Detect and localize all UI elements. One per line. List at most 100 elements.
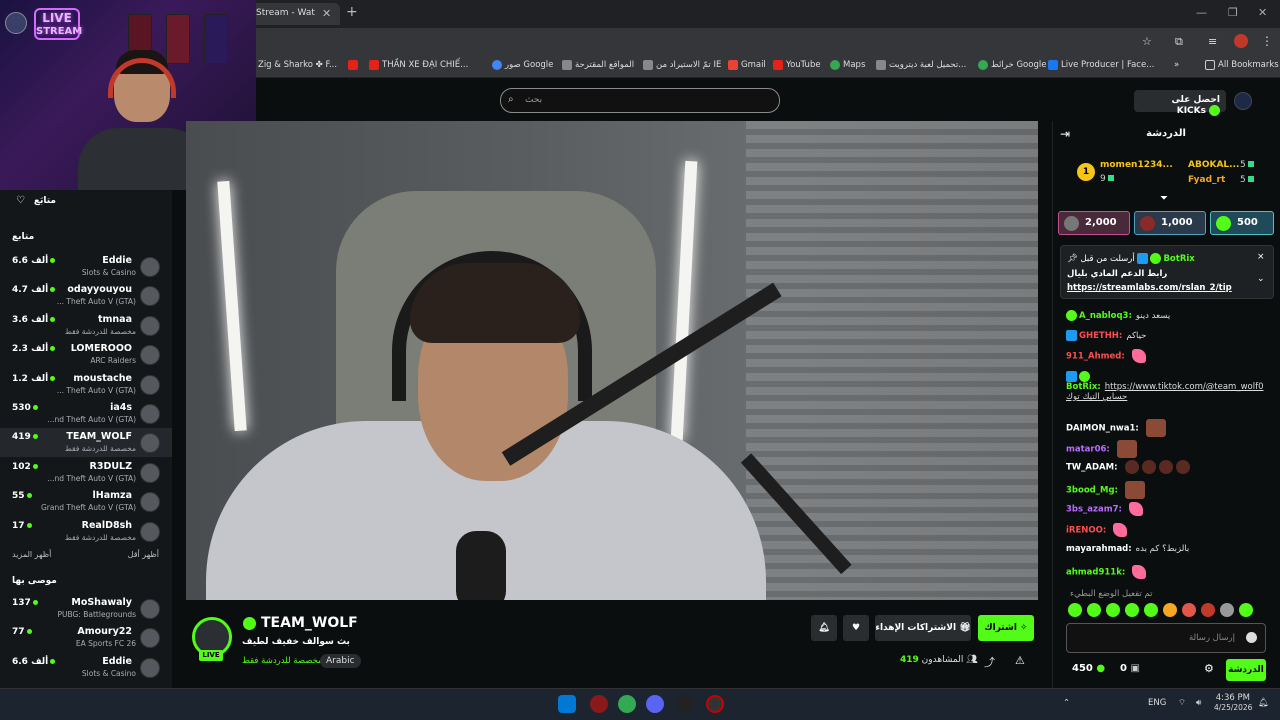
volume-icon[interactable]: 🔊︎ xyxy=(1196,698,1201,708)
chevron-down-icon[interactable]: ⌄ xyxy=(1257,274,1265,284)
all-bookmarks[interactable]: All Bookmarks xyxy=(1205,60,1279,70)
chat-username[interactable]: iRENOO: xyxy=(1066,526,1106,536)
chat-username[interactable]: A_nabloq3: xyxy=(1079,311,1132,321)
emoji-icon[interactable] xyxy=(1246,632,1257,643)
bookmark-item[interactable]: Gmail xyxy=(728,60,766,70)
gift-tier[interactable]: 1,000 xyxy=(1134,211,1206,235)
channel-row[interactable]: RealD8sh مخصصة للدردشة فقط 17 xyxy=(0,517,172,546)
search-input[interactable]: بحث xyxy=(500,88,780,113)
chat-username[interactable]: GHETHH: xyxy=(1079,331,1122,341)
app-icon[interactable] xyxy=(706,695,724,713)
menu-icon[interactable]: ⋮ xyxy=(1261,34,1273,48)
live-stream-badge: LIVE STREAM xyxy=(34,8,82,40)
expand-leaderboard-icon[interactable]: ⏷ xyxy=(1160,193,1168,204)
language-indicator[interactable]: ENG xyxy=(1148,698,1166,708)
bookmark-item[interactable]: تحميل لعبة ديترويت... xyxy=(876,60,966,70)
chat-username[interactable]: TW_ADAM: xyxy=(1066,463,1118,473)
bookmark-item[interactable]: Maps xyxy=(830,60,865,70)
user-avatar[interactable] xyxy=(1234,92,1252,110)
close-window-icon[interactable]: ✕ xyxy=(1258,6,1267,19)
bookmark-item[interactable]: YouTube xyxy=(773,60,821,70)
clock[interactable]: 4:36 PM 4/25/2026 xyxy=(1214,693,1252,712)
gift-tier[interactable]: 500 xyxy=(1210,211,1274,235)
gear-icon[interactable]: ⚙ xyxy=(1204,662,1214,675)
channel-row[interactable]: LOMEROOO ARC Raiders 2.3 ألف xyxy=(0,340,172,369)
bookmark-item[interactable]: THẦN XE ĐẠI CHIẾ... xyxy=(369,60,468,70)
channel-name[interactable]: TEAM_WOLF xyxy=(261,615,358,631)
bookmark-item[interactable]: Live Producer | Face... xyxy=(1048,60,1154,70)
tray-chevron-icon[interactable]: ⌃ xyxy=(1063,698,1070,708)
channel-name: MoShawaly xyxy=(71,597,132,608)
extensions-icon[interactable]: ⧉ xyxy=(1175,35,1183,49)
chat-send-button[interactable]: الدردشة xyxy=(1226,659,1266,681)
channel-points[interactable]: 450 ● xyxy=(1072,663,1105,674)
bookmark-item[interactable]: تمّ الاستيراد من IE xyxy=(643,60,721,70)
chat-username[interactable]: 911_Ahmed: xyxy=(1066,352,1125,362)
chat-username[interactable]: mayarahmad: xyxy=(1066,544,1132,554)
star-icon[interactable]: ☆ xyxy=(1142,35,1152,48)
chat-input[interactable]: إرسال رسالة xyxy=(1066,623,1266,653)
leaderboard-user[interactable]: Fyad_rt xyxy=(1188,175,1225,185)
pinned-link[interactable]: https://streamlabs.com/rslan_2/tip xyxy=(1067,283,1232,293)
notifications-icon[interactable]: 🔔︎ xyxy=(1258,698,1269,708)
report-icon[interactable]: ⚠ xyxy=(1015,654,1025,667)
maximize-icon[interactable]: ❐ xyxy=(1228,6,1238,19)
bookmark-item[interactable]: المواقع المقترحة xyxy=(562,60,634,70)
chat-username[interactable]: 3bood_Mg: xyxy=(1066,486,1118,496)
wifi-icon[interactable]: ⌔ xyxy=(1178,698,1186,708)
channel-row[interactable]: MoShawaly PUBG: Battlegrounds 137 xyxy=(0,594,172,623)
start-icon[interactable] xyxy=(558,695,576,713)
channel-row[interactable]: Eddie Slots & Casino 6.6 ألف xyxy=(0,252,172,281)
chrome-icon[interactable] xyxy=(618,695,636,713)
leaderboard-user[interactable]: momen1234... xyxy=(1100,160,1173,170)
channel-row[interactable]: moustache... Theft Auto V (GTA) 1.2 ألف xyxy=(0,370,172,399)
app-icon[interactable] xyxy=(590,695,608,713)
channel-row[interactable]: Amoury22 EA Sports FC 26 77 xyxy=(0,623,172,652)
get-kicks-button[interactable]: احصل على KICKs xyxy=(1134,90,1226,116)
gift-tier[interactable]: 2,000 xyxy=(1058,211,1130,235)
minimize-icon[interactable]: — xyxy=(1196,6,1207,19)
subscribe-button[interactable]: اشتراك ✧ xyxy=(978,615,1034,641)
new-tab-button[interactable]: + xyxy=(346,4,358,20)
unpin-icon[interactable]: ⨯ xyxy=(1257,252,1265,262)
close-tab-icon[interactable]: ✕ xyxy=(322,7,331,20)
channel-row[interactable]: tmnaa مخصصة للدردشة فقط 3.6 ألف xyxy=(0,311,172,340)
chevron-right-icon[interactable]: » xyxy=(1174,60,1179,70)
channel-row[interactable]: Eddie Slots & Casino 6.6 ألف xyxy=(0,653,172,682)
bookmark-item[interactable]: صور Google xyxy=(492,60,553,70)
live-dot xyxy=(50,658,56,664)
stream-category[interactable]: مخصصة للدردشة فقط xyxy=(242,656,323,666)
reading-list-icon[interactable]: ≡ xyxy=(1208,35,1217,48)
channel-name: Eddie xyxy=(102,655,132,667)
video-player[interactable] xyxy=(186,121,1038,600)
chat-username[interactable]: DAIMON_nwa1: xyxy=(1066,424,1139,434)
chat-username[interactable]: matar06: xyxy=(1066,445,1110,455)
channel-row[interactable]: lHamza Grand Theft Auto V (GTA) 55 xyxy=(0,487,172,516)
channel-row[interactable]: R3DULZ ...nd Theft Auto V (GTA) 102 xyxy=(0,458,172,487)
leaderboard-user[interactable]: ABOKAL... xyxy=(1188,160,1239,170)
channel-row[interactable]: TEAM_WOLF مخصصة للدردشة فقط 419 xyxy=(0,428,172,458)
share-icon[interactable]: ⤴ xyxy=(984,654,995,670)
notification-bell-button[interactable]: 🔔︎ xyxy=(811,615,837,641)
obs-icon[interactable] xyxy=(676,695,694,713)
show-less-link[interactable]: أظهر أقل xyxy=(128,550,159,559)
emote-bar[interactable] xyxy=(1068,602,1268,618)
profile-avatar[interactable] xyxy=(1234,34,1248,48)
heart-icon[interactable]: ♡ xyxy=(16,195,25,206)
discord-icon[interactable] xyxy=(646,695,664,713)
bookmark-item[interactable]: Zig & Sharko ✤ F... xyxy=(258,60,337,70)
channel-row[interactable]: odayyouyou... Theft Auto V (GTA) 4.7 ألف xyxy=(0,281,172,310)
chat-username[interactable]: 3bs_azam7: xyxy=(1066,505,1122,515)
bookmark-item[interactable]: خرائط Google xyxy=(978,60,1046,70)
gift-subs-button[interactable]: الاشتراكات الإهداء 🎁︎ xyxy=(875,615,971,641)
follow-heart-button[interactable]: ♥ xyxy=(843,615,869,641)
channel-category: ...nd Theft Auto V (GTA) xyxy=(47,415,136,424)
language-tag[interactable]: Arabic xyxy=(320,654,361,668)
chat-username[interactable]: ahmad911k: xyxy=(1066,568,1125,578)
channel-row[interactable]: ia4s ...nd Theft Auto V (GTA) 530 xyxy=(0,399,172,428)
chat-username[interactable]: BotRix: xyxy=(1066,382,1101,392)
bookmark-item[interactable] xyxy=(348,60,358,70)
kicks-balance[interactable]: 0 ▣ xyxy=(1120,663,1140,674)
live-dot xyxy=(26,522,32,528)
show-more-link[interactable]: أظهر المزيد xyxy=(12,550,51,559)
